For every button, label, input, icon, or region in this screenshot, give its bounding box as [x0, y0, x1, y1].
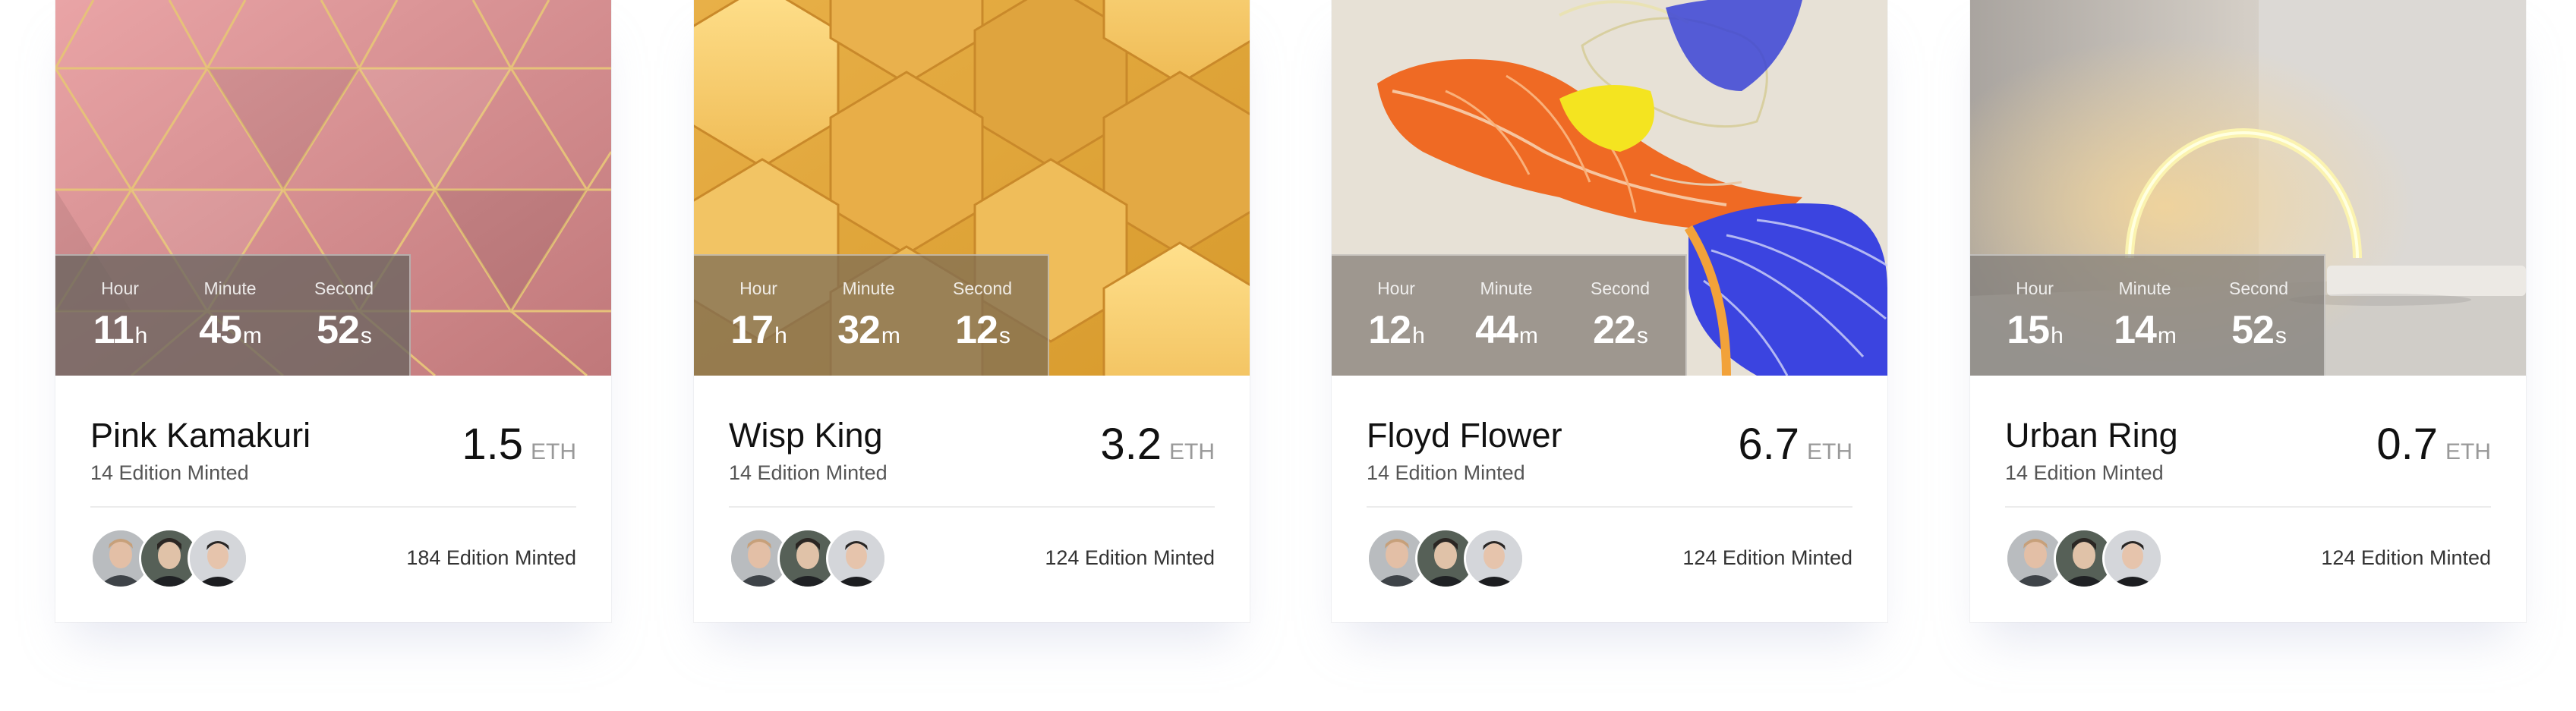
- timer-second-label: Second: [1590, 278, 1650, 298]
- timer-second-label: Second: [952, 278, 1012, 298]
- card-subtitle: 14 Edition Minted: [2005, 461, 2164, 484]
- card-title[interactable]: Pink Kamakuri: [90, 416, 311, 455]
- timer-second-suffix: s: [2275, 323, 2287, 348]
- timer-minute-value: 45: [199, 308, 242, 352]
- divider: [90, 506, 576, 508]
- divider: [1367, 506, 1852, 508]
- timer-second: Second 52s: [295, 278, 393, 353]
- owner-avatars: [729, 528, 896, 589]
- timer-hour-suffix: h: [774, 323, 787, 348]
- owner-avatars: [1367, 528, 1534, 589]
- price-value: 6.7: [1738, 420, 1799, 469]
- minted-count: 184 Edition Minted: [406, 546, 576, 569]
- divider: [729, 506, 1215, 508]
- price: 6.7 ETH: [1738, 419, 1852, 470]
- minted-count: 124 Edition Minted: [1682, 546, 1852, 569]
- timer-hour: Hour 11h: [71, 278, 169, 353]
- timer-minute-label: Minute: [842, 278, 895, 298]
- price-currency: ETH: [1169, 439, 1215, 464]
- timer-hour: Hour 12h: [1347, 278, 1446, 353]
- card-title[interactable]: Floyd Flower: [1367, 416, 1562, 455]
- price-value: 0.7: [2376, 420, 2438, 469]
- timer-hour-value: 15: [2007, 308, 2050, 352]
- countdown-timer: Hour 17h Minute 32m Second 12s: [694, 254, 1049, 376]
- timer-minute-suffix: m: [1518, 323, 1538, 348]
- timer-minute-suffix: m: [2157, 323, 2177, 348]
- countdown-timer: Hour 11h Minute 45m Second 52s: [55, 254, 411, 376]
- timer-minute-value: 32: [837, 308, 881, 352]
- minted-count: 124 Edition Minted: [2321, 546, 2491, 569]
- card-subtitle: 14 Edition Minted: [729, 461, 888, 484]
- timer-minute: Minute 45m: [181, 278, 279, 353]
- timer-hour-label: Hour: [739, 278, 777, 298]
- timer-second-value: 52: [317, 308, 360, 352]
- owner-avatars: [2005, 528, 2172, 589]
- nft-card[interactable]: Hour 17h Minute 32m Second 12s Wisp King…: [694, 0, 1250, 622]
- price-value: 1.5: [462, 420, 523, 469]
- timer-second: Second 52s: [2209, 278, 2308, 353]
- user-avatar-3-icon[interactable]: [2102, 528, 2163, 589]
- timer-hour-suffix: h: [1412, 323, 1425, 348]
- price-currency: ETH: [1807, 439, 1852, 464]
- timer-second-label: Second: [314, 278, 374, 298]
- timer-hour-value: 17: [730, 308, 774, 352]
- price: 3.2 ETH: [1100, 419, 1215, 470]
- timer-minute-label: Minute: [1480, 278, 1533, 298]
- user-avatar-3-icon[interactable]: [1464, 528, 1524, 589]
- timer-minute-label: Minute: [2118, 278, 2171, 298]
- owner-avatars: [90, 528, 257, 589]
- timer-second-value: 12: [955, 308, 998, 352]
- timer-minute-value: 44: [1475, 308, 1518, 352]
- divider: [2005, 506, 2491, 508]
- user-avatar-3-icon[interactable]: [826, 528, 887, 589]
- timer-minute: Minute 32m: [819, 278, 918, 353]
- timer-second-suffix: s: [998, 323, 1011, 348]
- timer-hour-label: Hour: [101, 278, 139, 298]
- price: 1.5 ETH: [462, 419, 576, 470]
- card-title[interactable]: Urban Ring: [2005, 416, 2178, 455]
- card-subtitle: 14 Edition Minted: [1367, 461, 1525, 484]
- countdown-timer: Hour 15h Minute 14m Second 52s: [1970, 254, 2325, 376]
- timer-minute-suffix: m: [881, 323, 900, 348]
- timer-hour: Hour 15h: [1985, 278, 2084, 353]
- timer-hour-suffix: h: [134, 323, 148, 348]
- user-avatar-3-icon[interactable]: [188, 528, 248, 589]
- timer-second-value: 22: [1593, 308, 1636, 352]
- price: 0.7 ETH: [2376, 419, 2491, 470]
- timer-second-suffix: s: [360, 323, 372, 348]
- countdown-timer: Hour 12h Minute 44m Second 22s: [1332, 254, 1687, 376]
- timer-hour-value: 11: [93, 308, 134, 352]
- timer-second-label: Second: [2228, 278, 2288, 298]
- timer-minute-label: Minute: [203, 278, 257, 298]
- timer-hour-suffix: h: [2051, 323, 2064, 348]
- nft-card[interactable]: Hour 12h Minute 44m Second 22s Floyd Flo…: [1332, 0, 1887, 622]
- timer-second: Second 12s: [933, 278, 1032, 353]
- minted-count: 124 Edition Minted: [1045, 546, 1215, 569]
- timer-hour-value: 12: [1368, 308, 1411, 352]
- price-value: 3.2: [1100, 420, 1162, 469]
- price-currency: ETH: [2445, 439, 2491, 464]
- price-currency: ETH: [531, 439, 576, 464]
- timer-minute-suffix: m: [242, 323, 262, 348]
- timer-second-value: 52: [2231, 308, 2275, 352]
- nft-card[interactable]: Hour 15h Minute 14m Second 52s Urban Rin…: [1970, 0, 2526, 622]
- timer-hour-label: Hour: [1377, 278, 1415, 298]
- timer-minute: Minute 44m: [1457, 278, 1556, 353]
- timer-minute-value: 14: [2114, 308, 2157, 352]
- timer-hour-label: Hour: [2016, 278, 2054, 298]
- nft-card[interactable]: Hour 11h Minute 45m Second 52s Pink Kama…: [55, 0, 611, 622]
- timer-minute: Minute 14m: [2095, 278, 2194, 353]
- timer-second: Second 22s: [1571, 278, 1670, 353]
- card-subtitle: 14 Edition Minted: [90, 461, 249, 484]
- timer-hour: Hour 17h: [709, 278, 808, 353]
- card-title[interactable]: Wisp King: [729, 416, 883, 455]
- timer-second-suffix: s: [1636, 323, 1648, 348]
